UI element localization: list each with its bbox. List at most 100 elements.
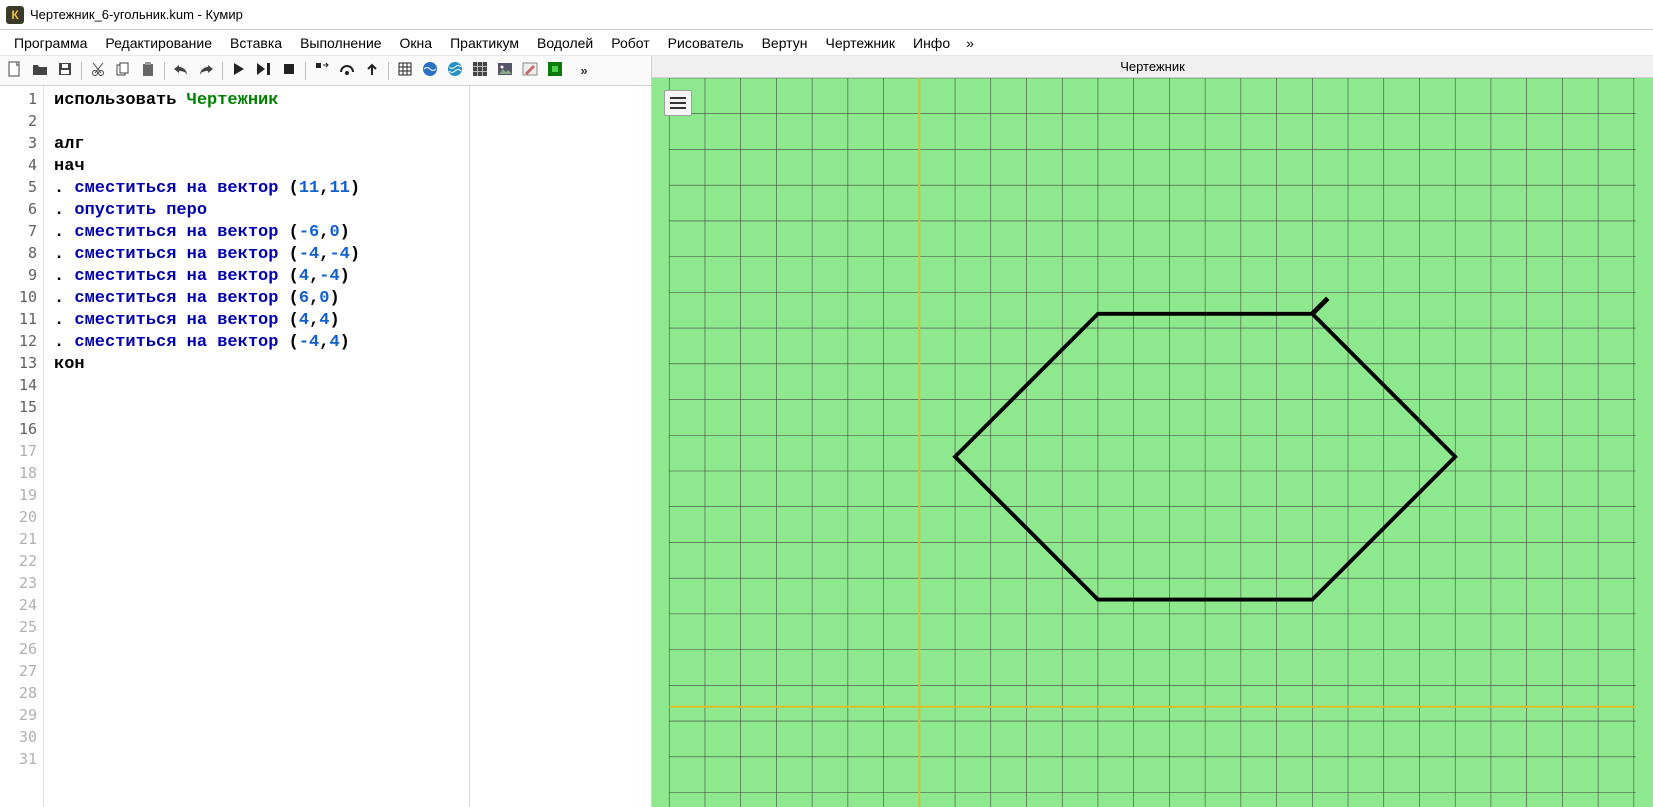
code-line: кон: [54, 354, 469, 376]
step-in-button[interactable]: [311, 60, 333, 82]
world-wave-icon: [447, 61, 463, 80]
menu-item-2[interactable]: Вставка: [222, 33, 290, 53]
line-number-gutter: 1234567891011121314151617181920212223242…: [0, 86, 44, 807]
undo-button[interactable]: [170, 60, 192, 82]
code-editor[interactable]: использовать Чертежник алгнач. сместитьс…: [44, 86, 469, 807]
line-number: 8: [0, 244, 43, 266]
line-number: 27: [0, 662, 43, 684]
line-number: 14: [0, 376, 43, 398]
line-number: 20: [0, 508, 43, 530]
line-number: 1: [0, 90, 43, 112]
menu-item-9[interactable]: Вертун: [754, 33, 816, 53]
toggle-grid-icon: [398, 62, 412, 79]
menu-item-6[interactable]: Водолей: [529, 33, 601, 53]
line-number: 10: [0, 288, 43, 310]
code-line: . сместиться на вектор (4,-4): [54, 266, 469, 288]
menu-item-4[interactable]: Окна: [392, 33, 441, 53]
line-number: 9: [0, 266, 43, 288]
menu-item-10[interactable]: Чертежник: [817, 33, 903, 53]
window-title: Чертежник_6-угольник.kum - Кумир: [30, 7, 243, 22]
line-number: 12: [0, 332, 43, 354]
code-line: использовать Чертежник: [54, 90, 469, 112]
line-number: 26: [0, 640, 43, 662]
copy-icon: [116, 62, 130, 79]
stop-icon: [283, 63, 295, 78]
paste-button[interactable]: [137, 60, 159, 82]
step-over-button[interactable]: [336, 60, 358, 82]
line-number: 24: [0, 596, 43, 618]
paste-icon: [141, 62, 155, 79]
canvas-svg: [652, 78, 1653, 807]
copy-button[interactable]: [112, 60, 134, 82]
code-line: . сместиться на вектор (4,4): [54, 310, 469, 332]
canvas-title: Чертежник: [652, 56, 1653, 78]
menu-item-1[interactable]: Редактирование: [97, 33, 220, 53]
world-image-icon: [497, 62, 513, 79]
world-green-icon: [548, 62, 562, 79]
toolbar-separator: [222, 62, 223, 80]
code-line: [54, 112, 469, 134]
file-new-icon: [8, 61, 22, 80]
toolbar-separator: [388, 62, 389, 80]
line-number: 28: [0, 684, 43, 706]
file-save-button[interactable]: [54, 60, 76, 82]
world-paint-button[interactable]: [519, 60, 541, 82]
cut-button[interactable]: [87, 60, 109, 82]
editor-container: 1234567891011121314151617181920212223242…: [0, 86, 470, 807]
step-over-icon: [339, 62, 355, 79]
stop-button[interactable]: [278, 60, 300, 82]
world-grid-button[interactable]: [469, 60, 491, 82]
line-number: 5: [0, 178, 43, 200]
toolbar-separator: [81, 62, 82, 80]
run-step-icon: [256, 62, 272, 79]
run-icon: [233, 62, 245, 79]
step-out-icon: [365, 62, 379, 79]
world-water-button[interactable]: [419, 60, 441, 82]
redo-icon: [198, 63, 214, 78]
code-line: . сместиться на вектор (-6,0): [54, 222, 469, 244]
file-new-button[interactable]: [4, 60, 26, 82]
toolbar-overflow[interactable]: »: [573, 60, 595, 82]
line-number: 6: [0, 200, 43, 222]
world-wave-button[interactable]: [444, 60, 466, 82]
line-number: 22: [0, 552, 43, 574]
menu-item-7[interactable]: Робот: [603, 33, 657, 53]
code-line: . сместиться на вектор (6,0): [54, 288, 469, 310]
line-number: 16: [0, 420, 43, 442]
undo-icon: [173, 63, 189, 78]
menu-overflow[interactable]: »: [960, 33, 980, 53]
menu-item-3[interactable]: Выполнение: [292, 33, 389, 53]
toolbar-separator: [305, 62, 306, 80]
code-line: . опустить перо: [54, 200, 469, 222]
menu-item-11[interactable]: Инфо: [905, 33, 958, 53]
toolbar-separator: [164, 62, 165, 80]
line-number: 11: [0, 310, 43, 332]
run-step-button[interactable]: [253, 60, 275, 82]
toggle-grid-button[interactable]: [394, 60, 416, 82]
line-number: 2: [0, 112, 43, 134]
hamburger-icon: [670, 97, 686, 109]
line-number: 23: [0, 574, 43, 596]
canvas[interactable]: [652, 78, 1653, 807]
titlebar: К Чертежник_6-угольник.kum - Кумир: [0, 0, 1653, 30]
code-line: алг: [54, 134, 469, 156]
world-image-button[interactable]: [494, 60, 516, 82]
menu-item-5[interactable]: Практикум: [442, 33, 527, 53]
world-water-icon: [422, 61, 438, 80]
menubar: ПрограммаРедактированиеВставкаВыполнение…: [0, 30, 1653, 56]
line-number: 31: [0, 750, 43, 772]
menu-item-8[interactable]: Рисователь: [660, 33, 752, 53]
menu-item-0[interactable]: Программа: [6, 33, 95, 53]
line-number: 29: [0, 706, 43, 728]
redo-button[interactable]: [195, 60, 217, 82]
line-number: 13: [0, 354, 43, 376]
step-in-icon: [315, 62, 329, 79]
step-out-button[interactable]: [361, 60, 383, 82]
run-button[interactable]: [228, 60, 250, 82]
editor-side-panel: [470, 86, 651, 807]
line-number: 25: [0, 618, 43, 640]
world-green-button[interactable]: [544, 60, 566, 82]
file-open-button[interactable]: [29, 60, 51, 82]
drawing-pane: Чертежник: [652, 56, 1653, 807]
canvas-menu-button[interactable]: [664, 90, 692, 116]
